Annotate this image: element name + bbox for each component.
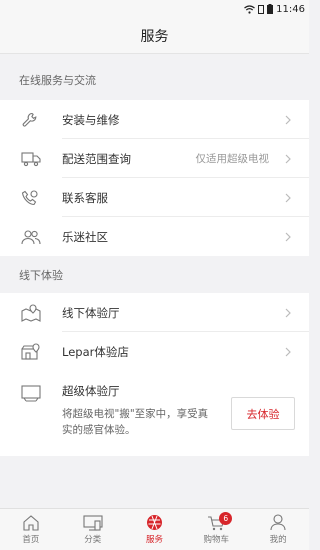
tab-mine[interactable]: 我的 — [247, 509, 309, 550]
tab-service-label: 服务 — [145, 535, 163, 545]
install-repair-row[interactable]: 安装与维修 — [0, 100, 309, 139]
super-experience-card: 超级体验厅 将超级电视"搬"至家中，享受真实的感官体验。 去体验 — [0, 371, 309, 456]
super-experience-desc: 将超级电视"搬"至家中，享受真实的感官体验。 — [62, 408, 209, 436]
community-people-icon — [0, 229, 62, 245]
offline-hall-label: 线下体验厅 — [62, 305, 120, 320]
phone-icon — [0, 189, 62, 207]
lepar-store-label: Lepar体验店 — [62, 344, 129, 359]
chevron-right-icon — [279, 193, 297, 203]
section-title-online: 在线服务与交流 — [19, 74, 96, 87]
home-icon — [23, 514, 39, 531]
tv-icon — [0, 383, 62, 438]
tab-category-label: 分类 — [84, 534, 102, 545]
delivery-truck-icon — [0, 151, 62, 167]
delivery-range-label: 配送范围查询 — [62, 151, 131, 166]
offline-experience-list: 线下体验厅 Lepar体验店 — [0, 293, 309, 371]
offline-hall-row[interactable]: 线下体验厅 — [0, 293, 309, 332]
super-experience-text: 超级体验厅 将超级电视"搬"至家中，享受真实的感官体验。 — [62, 383, 231, 438]
tab-home[interactable]: 首页 — [0, 509, 62, 550]
chevron-right-icon — [279, 232, 297, 242]
install-repair-label: 安装与维修 — [62, 112, 120, 127]
store-location-icon — [0, 342, 62, 361]
section-title-offline: 线下体验 — [19, 268, 63, 282]
tab-home-label: 首页 — [22, 534, 40, 545]
user-icon — [270, 514, 286, 531]
status-time: 11:46 — [276, 3, 305, 15]
chevron-right-icon — [279, 308, 297, 318]
bottom-tab-bar: 首页 分类 服务 6 购物车 我的 — [0, 508, 309, 550]
cart-badge: 6 — [219, 512, 233, 525]
go-experience-button[interactable]: 去体验 — [231, 397, 295, 430]
delivery-range-hint: 仅适用超级电视 — [195, 153, 270, 165]
community-label: 乐迷社区 — [62, 229, 108, 244]
tab-mine-label: 我的 — [269, 535, 287, 545]
page-title: 服务 — [0, 18, 309, 54]
tab-cart[interactable]: 6 购物车 — [185, 509, 247, 550]
contact-service-row[interactable]: 联系客服 — [0, 178, 309, 217]
wrench-icon — [0, 111, 62, 129]
chevron-right-icon — [279, 347, 297, 357]
sim-icon — [258, 4, 265, 14]
super-experience-title: 超级体验厅 — [62, 384, 120, 398]
category-tv-icon — [83, 514, 103, 531]
chevron-right-icon — [279, 154, 297, 164]
delivery-range-row[interactable]: 配送范围查询 仅适用超级电视 — [0, 139, 309, 178]
chevron-right-icon — [279, 115, 297, 125]
map-location-icon — [0, 303, 62, 322]
wifi-icon — [244, 4, 256, 14]
contact-service-label: 联系客服 — [62, 190, 108, 205]
tab-cart-label: 购物车 — [203, 534, 230, 545]
battery-icon — [267, 4, 274, 14]
service-ball-icon — [146, 515, 162, 530]
tab-category[interactable]: 分类 — [62, 509, 124, 550]
online-service-list: 安装与维修 配送范围查询 仅适用超级电视 联系客服 乐迷社区 — [0, 100, 309, 256]
community-row[interactable]: 乐迷社区 — [0, 217, 309, 256]
tab-service[interactable]: 服务 — [124, 509, 186, 550]
lepar-store-row[interactable]: Lepar体验店 — [0, 332, 309, 371]
status-bar: 11:46 — [0, 0, 309, 18]
